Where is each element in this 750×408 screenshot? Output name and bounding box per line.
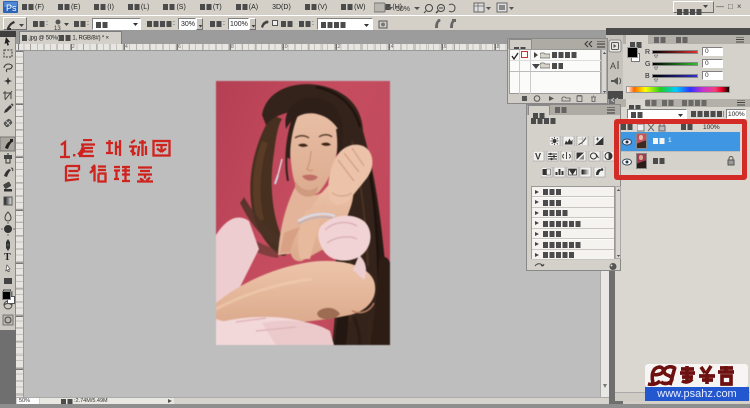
svg-text:50%: 50%: [396, 6, 410, 13]
svg-text:Ps: Ps: [6, 3, 17, 13]
svg-text:A: A: [610, 61, 616, 71]
svg-text:T: T: [4, 252, 11, 263]
svg-text:V: V: [535, 152, 541, 162]
